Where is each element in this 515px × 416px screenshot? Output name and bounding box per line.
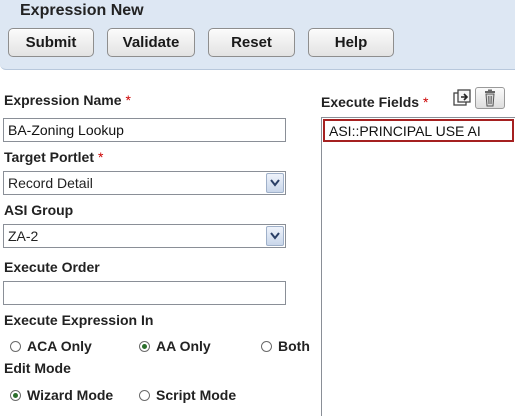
execute-field-item[interactable]: ASI::PRINCIPAL USE AI <box>323 119 514 142</box>
radio-button-checked[interactable] <box>139 341 150 352</box>
required-mark: * <box>423 94 429 110</box>
execute-fields-label: Execute Fields * <box>321 94 429 110</box>
edit-mode-label: Edit Mode <box>4 360 71 376</box>
expression-name-label: Expression Name * <box>4 92 131 108</box>
page-title: Expression New <box>20 2 144 19</box>
radio-wizard-mode[interactable]: Wizard Mode <box>10 387 113 403</box>
radio-label: Both <box>278 338 310 354</box>
validate-button[interactable]: Validate <box>107 28 195 57</box>
chevron-down-icon[interactable] <box>266 226 284 246</box>
chevron-down-icon[interactable] <box>266 173 284 193</box>
radio-button[interactable] <box>139 390 150 401</box>
radio-button[interactable] <box>10 341 21 352</box>
delete-icon[interactable] <box>475 87 505 109</box>
radio-aca-only[interactable]: ACA Only <box>10 338 92 354</box>
radio-both[interactable]: Both <box>261 338 310 354</box>
select-fields-icon[interactable] <box>452 88 472 108</box>
submit-button[interactable]: Submit <box>8 28 94 57</box>
target-portlet-select[interactable]: Record Detail <box>3 171 286 195</box>
radio-script-mode[interactable]: Script Mode <box>139 387 236 403</box>
radio-button[interactable] <box>261 341 272 352</box>
radio-label: Wizard Mode <box>27 387 114 403</box>
radio-label: ACA Only <box>27 338 92 354</box>
asi-group-value: ZA-2 <box>8 228 39 244</box>
help-button[interactable]: Help <box>308 28 394 57</box>
target-portlet-label: Target Portlet * <box>4 149 103 165</box>
execute-fields-label-text: Execute Fields <box>321 94 420 110</box>
execute-order-input[interactable] <box>3 281 286 305</box>
radio-label: Script Mode <box>156 387 237 403</box>
target-portlet-value: Record Detail <box>8 175 93 191</box>
asi-group-select[interactable]: ZA-2 <box>3 224 286 248</box>
expression-name-label-text: Expression Name <box>4 92 122 108</box>
execute-order-label: Execute Order <box>4 259 100 275</box>
execute-expression-in-label: Execute Expression In <box>4 312 154 328</box>
radio-aa-only[interactable]: AA Only <box>139 338 211 354</box>
reset-button[interactable]: Reset <box>208 28 295 57</box>
radio-button-checked[interactable] <box>10 390 21 401</box>
target-portlet-label-text: Target Portlet <box>4 149 94 165</box>
execute-fields-list[interactable] <box>321 117 515 416</box>
toolbar-header: Expression New Submit Validate Reset Hel… <box>0 0 515 70</box>
required-mark: * <box>97 149 104 165</box>
required-mark: * <box>125 92 131 108</box>
expression-name-input[interactable]: BA-Zoning Lookup <box>3 118 286 142</box>
asi-group-label: ASI Group <box>4 202 74 218</box>
radio-label: AA Only <box>156 338 211 354</box>
